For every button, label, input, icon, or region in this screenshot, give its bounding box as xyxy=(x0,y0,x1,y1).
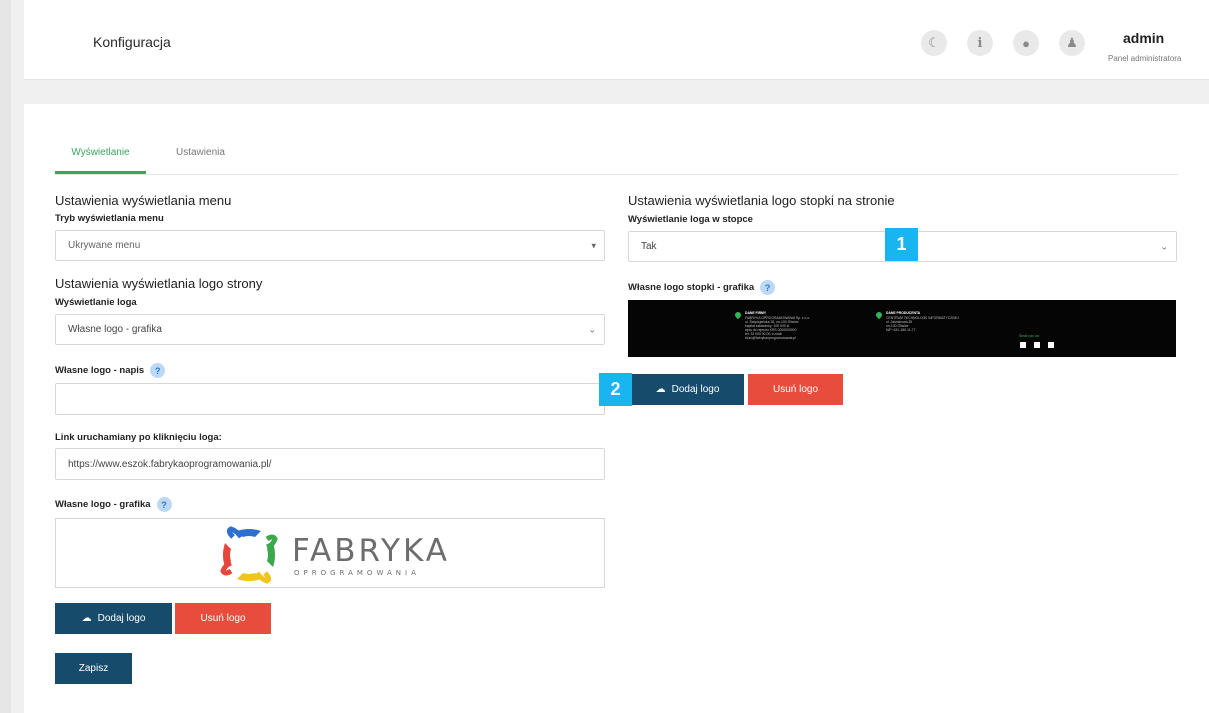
chevron-down-icon: ⌄ xyxy=(1160,241,1168,251)
logo-text-label-row: Własne logo - napis? xyxy=(55,363,166,378)
fabryka-logo-mark xyxy=(220,526,278,584)
logo-display-label: Wyświetlanie loga xyxy=(55,297,137,308)
sidebar-strip xyxy=(0,0,11,713)
logo-link-input[interactable]: https://www.eszok.fabrykaoprogramowania.… xyxy=(55,448,605,480)
user-name[interactable]: admin xyxy=(1123,30,1164,46)
user-icon[interactable]: ♟ xyxy=(1059,30,1085,56)
remove-logo-button[interactable]: Usuń logo xyxy=(175,603,271,634)
moon-icon[interactable]: ☾ xyxy=(921,30,947,56)
logo-preview: FABRYKA OPROGRAMOWANIA xyxy=(55,518,605,588)
user-role: Panel administratora xyxy=(1108,54,1182,63)
linkedin-icon xyxy=(1034,342,1040,348)
menu-mode-label: Tryb wyświetlania menu xyxy=(55,213,164,224)
cloud-upload-icon: ☁ xyxy=(655,384,666,395)
footer-social-icons xyxy=(1020,342,1054,348)
menu-section-title: Ustawienia wyświetlania menu xyxy=(55,193,232,208)
help-icon[interactable]: ? xyxy=(150,363,166,378)
chevron-down-icon: ⌄ xyxy=(588,324,596,334)
logo-graphic-label: Własne logo - grafika xyxy=(55,499,151,511)
tab-ustawienia[interactable]: Ustawienia xyxy=(176,147,225,171)
help-icon[interactable]: ? xyxy=(156,497,172,512)
menu-mode-select[interactable]: Ukrywane menu ▾ xyxy=(55,230,605,261)
footer-col1-text: FABRYKA OPROGRAMOWANIA Sp. z o.o. ul. Św… xyxy=(745,316,811,341)
page-title: Konfiguracja xyxy=(93,34,171,50)
add-footer-logo-button[interactable]: ☁ Dodaj logo xyxy=(631,374,744,405)
tab-wyswietlanie[interactable]: Wyświetlanie xyxy=(55,147,146,174)
map-pin-icon xyxy=(733,310,743,320)
logo-section-title: Ustawienia wyświetlania logo strony xyxy=(55,276,263,291)
caret-down-icon: ▾ xyxy=(591,240,596,250)
fabryka-logo-text: FABRYKA xyxy=(292,533,450,569)
fabryka-logo-subtext: OPROGRAMOWANIA xyxy=(294,569,420,577)
footer-col2-text: CENTRUM TECHNOLOGII INFORMATYCZNEJ ul. J… xyxy=(886,316,959,333)
footer-col1-title: DANE FIRMY xyxy=(745,311,767,315)
footer-follow-label: Śledź nas na: xyxy=(1019,334,1040,338)
tab-bar: Wyświetlanie Ustawienia xyxy=(55,139,1178,175)
footer-display-value: Tak xyxy=(641,241,657,252)
youtube-icon xyxy=(1048,342,1054,348)
save-button[interactable]: Zapisz xyxy=(55,653,132,684)
info-icon[interactable]: i xyxy=(967,30,993,56)
footer-display-label: Wyświetlanie loga w stopce xyxy=(628,214,753,225)
menu-mode-value: Ukrywane menu xyxy=(68,240,141,251)
facebook-icon xyxy=(1020,342,1026,348)
footer-graphic-label: Własne logo stopki - grafika xyxy=(628,282,755,294)
top-bar: Konfiguracja ☾ i ● ♟ xyxy=(24,0,1209,80)
logo-text-label: Własne logo - napis xyxy=(55,365,145,377)
annotation-badge-1: 1 xyxy=(885,228,918,261)
remove-footer-logo-button[interactable]: Usuń logo xyxy=(748,374,843,405)
logo-display-select[interactable]: Własne logo - grafika ⌄ xyxy=(55,314,605,345)
globe-icon[interactable]: ● xyxy=(1013,30,1039,56)
footer-logo-preview: DANE FIRMY FABRYKA OPROGRAMOWANIA Sp. z … xyxy=(628,300,1176,357)
footer-col2-title: DANE PRODUCENTA xyxy=(886,311,921,315)
add-footer-logo-label: Dodaj logo xyxy=(671,384,720,395)
footer-graphic-label-row: Własne logo stopki - grafika? xyxy=(628,280,776,295)
footer-section-title: Ustawienia wyświetlania logo stopki na s… xyxy=(628,193,895,208)
annotation-badge-2: 2 xyxy=(599,373,632,406)
link-label: Link uruchamiany po kliknięciu loga: xyxy=(55,432,222,443)
map-pin-icon xyxy=(874,310,884,320)
cloud-upload-icon: ☁ xyxy=(81,613,92,624)
logo-graphic-label-row: Własne logo - grafika? xyxy=(55,497,172,512)
logo-text-input[interactable] xyxy=(55,383,605,415)
add-logo-label: Dodaj logo xyxy=(97,613,146,624)
logo-display-value: Własne logo - grafika xyxy=(68,324,162,335)
help-icon[interactable]: ? xyxy=(760,280,776,295)
add-logo-button[interactable]: ☁ Dodaj logo xyxy=(55,603,172,634)
